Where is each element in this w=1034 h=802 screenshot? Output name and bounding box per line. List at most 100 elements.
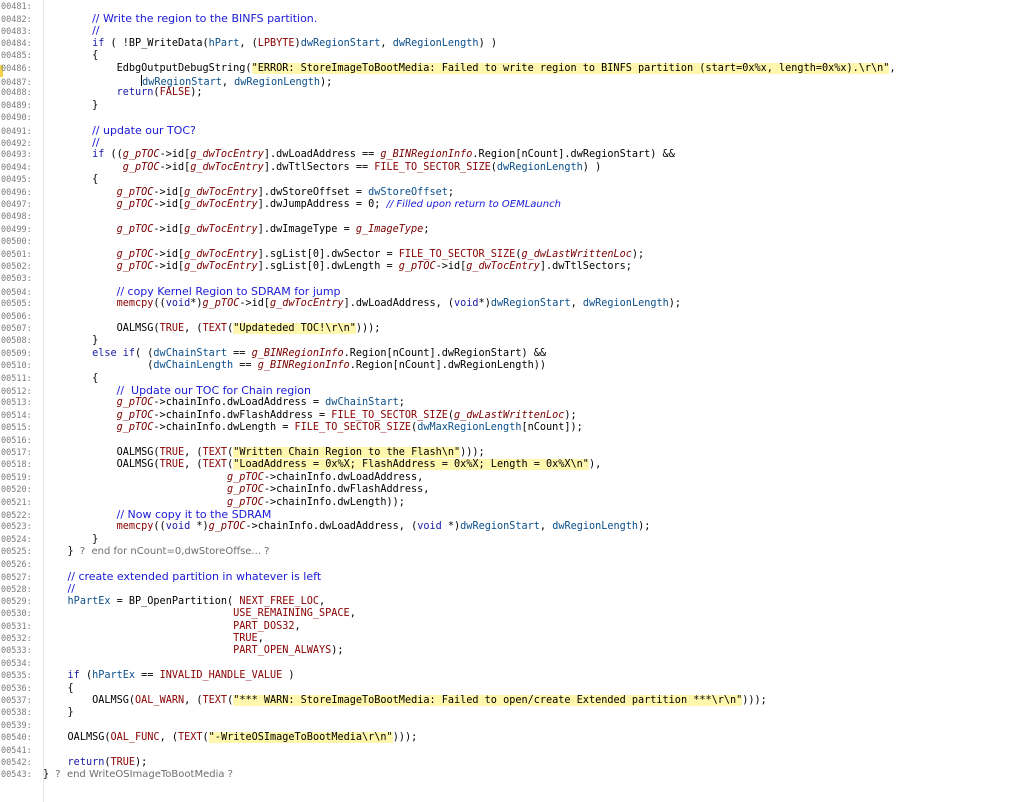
line-code: {	[43, 373, 98, 384]
code-line[interactable]: 00513: g_pTOC->chainInfo.dwLoadAddress =…	[0, 397, 1034, 409]
code-line[interactable]: 00502: g_pTOC->id[g_dwTocEntry].sgList[0…	[0, 261, 1034, 273]
code-text-token: , (	[184, 459, 203, 471]
line-number: 00520:	[1, 485, 32, 496]
line-code: // create extended partition in whatever…	[43, 570, 322, 583]
code-line[interactable]: 00507: OALMSG(TRUE, (TEXT("Updateded TOC…	[0, 322, 1034, 335]
code-line[interactable]: 00500:	[0, 236, 1034, 248]
line-code: g_pTOC->chainInfo.dwLoadAddress = dwChai…	[43, 397, 405, 408]
macro-token: FALSE	[159, 87, 191, 99]
line-number: 00489:	[1, 100, 32, 111]
line-code: memcpy((void*)g_pTOC->id[g_dwTocEntry].d…	[43, 298, 681, 309]
variable-token: dwChainStart	[325, 397, 399, 409]
code-line[interactable]: 00487: dwRegionStart, dwRegionLength);	[0, 74, 1034, 88]
comment-token: //	[67, 582, 75, 596]
code-line[interactable]: 00510: (dwChainLength == g_BINRegionInfo…	[0, 360, 1034, 372]
code-line[interactable]: 00535: if (hPartEx == INVALID_HANDLE_VAL…	[0, 670, 1034, 682]
code-text-token: [nCount]);	[521, 422, 583, 434]
code-line[interactable]: 00493: if ((g_pTOC->id[g_dwTocEntry].dwL…	[0, 149, 1034, 161]
code-line[interactable]: 00543:} ? end WriteOSImageToBootMedia ?	[0, 769, 1034, 781]
code-line[interactable]: 00529: hPartEx = BP_OpenPartition( NEXT_…	[0, 596, 1034, 608]
string-literal-token: "-WriteOSImageToBootMedia\r\n"	[208, 732, 393, 744]
variable-token: dwStoreOffset	[368, 186, 448, 198]
line-number: 00484:	[1, 38, 32, 49]
code-line[interactable]: 00495: {	[0, 174, 1034, 186]
code-line[interactable]: 00512: // Update our TOC for Chain regio…	[0, 384, 1034, 397]
code-line[interactable]: 00539:	[0, 720, 1034, 732]
code-line[interactable]: 00494: g_pTOC->id[g_dwTocEntry].dwTtlSec…	[0, 162, 1034, 174]
keyword-token: if	[92, 149, 105, 161]
code-line[interactable]: 00528: //	[0, 582, 1034, 596]
code-line[interactable]: 00522: // Now copy it to the SDRAM	[0, 508, 1034, 521]
line-code: //	[43, 582, 75, 596]
code-editor[interactable]: 00481: 00482: // Write the region to the …	[0, 0, 1034, 802]
code-line[interactable]: 00514: g_pTOC->chainInfo.dwFlashAddress …	[0, 410, 1034, 422]
code-line[interactable]: 00498:	[0, 211, 1034, 223]
keyword-token: void	[165, 521, 191, 533]
code-line[interactable]: 00515: g_pTOC->chainInfo.dwLength = FILE…	[0, 422, 1034, 434]
code-text-token: ->id[	[153, 186, 185, 198]
code-line[interactable]: 00542: return(TRUE);	[0, 757, 1034, 769]
macro-token: TRUE	[159, 322, 185, 334]
code-line[interactable]: 00491: // update our TOC?	[0, 124, 1034, 137]
code-line[interactable]: 00538: }	[0, 707, 1034, 719]
code-text-token: (	[245, 62, 252, 74]
global-variable-token: g_BINRegionInfo	[251, 347, 344, 359]
code-line[interactable]: 00497: g_pTOC->id[g_dwTocEntry].dwJumpAd…	[0, 199, 1034, 211]
macro-token: TRUE	[159, 459, 185, 471]
variable-token: dwChainLength	[153, 360, 234, 372]
code-line[interactable]: 00484: if ( !BP_WriteData(hPart, (LPBYTE…	[0, 38, 1034, 50]
code-line[interactable]: 00485: {	[0, 50, 1034, 62]
code-line[interactable]: 00525: } ? end for nCount=0,dwStoreOffse…	[0, 546, 1034, 558]
code-line[interactable]: 00496: g_pTOC->id[g_dwTocEntry].dwStoreO…	[0, 187, 1034, 199]
code-line[interactable]: 00531: PART_DOS32,	[0, 621, 1034, 633]
code-line[interactable]: 00483: //	[0, 25, 1034, 38]
code-line[interactable]: 00492: //	[0, 136, 1034, 149]
code-text-token: ((	[153, 298, 166, 310]
code-line[interactable]: 00489: }	[0, 100, 1034, 112]
code-line[interactable]: 00527: // create extended partition in w…	[0, 570, 1034, 583]
code-line[interactable]: 00504: // copy Kernel Region to SDRAM fo…	[0, 285, 1034, 298]
code-text-token: ->id[	[239, 298, 271, 310]
code-line[interactable]: 00540: OALMSG(OAL_FUNC, (TEXT("-WriteOSI…	[0, 732, 1034, 744]
global-variable-token: g_pTOC	[122, 161, 160, 173]
code-line[interactable]: 00486: EdbgOutputDebugString("ERROR: Sto…	[0, 62, 1034, 75]
code-line[interactable]: 00532: TRUE,	[0, 633, 1034, 645]
code-line[interactable]: 00519: g_pTOC->chainInfo.dwLoadAddress,	[0, 472, 1034, 484]
code-text-token: {	[43, 174, 99, 186]
code-text-token: .Region[nCount].dwRegionStart) &&	[343, 347, 546, 359]
line-code: USE_REMAINING_SPACE,	[43, 608, 356, 619]
code-line[interactable]: 00534:	[0, 658, 1034, 670]
code-line[interactable]: 00536: {	[0, 683, 1034, 695]
keyword-token: if	[67, 670, 80, 682]
code-line[interactable]: 00530: USE_REMAINING_SPACE,	[0, 608, 1034, 620]
code-line[interactable]: 00524: }	[0, 534, 1034, 546]
code-line[interactable]: 00516:	[0, 435, 1034, 447]
code-line[interactable]: 00517: OALMSG(TRUE, (TEXT("Written Chain…	[0, 446, 1034, 459]
line-code: else if( (dwChainStart == g_BINRegionInf…	[43, 348, 546, 359]
code-line[interactable]: 00541:	[0, 745, 1034, 757]
code-line[interactable]: 00509: else if( (dwChainStart == g_BINRe…	[0, 348, 1034, 360]
keyword-token: return	[67, 756, 105, 768]
code-line[interactable]: 00523: memcpy((void *)g_pTOC->chainInfo.…	[0, 521, 1034, 533]
code-line[interactable]: 00499: g_pTOC->id[g_dwTocEntry].dwImageT…	[0, 224, 1034, 236]
code-line[interactable]: 00501: g_pTOC->id[g_dwTocEntry].sgList[0…	[0, 249, 1034, 261]
function-name-token: OALMSG	[67, 732, 105, 744]
macro-token: TEXT	[177, 732, 203, 744]
code-line[interactable]: 00537: OALMSG(OAL_WARN, (TEXT("*** WARN:…	[0, 694, 1034, 707]
keyword-token: void	[417, 521, 442, 533]
macro-token: PART_OPEN_ALWAYS	[233, 645, 332, 657]
line-number: 00488:	[1, 88, 32, 99]
code-line[interactable]: 00508: }	[0, 335, 1034, 347]
code-line[interactable]: 00505: memcpy((void*)g_pTOC->id[g_dwTocE…	[0, 298, 1034, 310]
code-line[interactable]: 00520: g_pTOC->chainInfo.dwFlashAddress,	[0, 484, 1034, 496]
code-line[interactable]: 00518: OALMSG(TRUE, (TEXT("LoadAddress =…	[0, 459, 1034, 471]
code-line[interactable]: 00482: // Write the region to the BINFS …	[0, 12, 1034, 25]
code-line[interactable]: 00533: PART_OPEN_ALWAYS);	[0, 645, 1034, 657]
code-line[interactable]: 00506:	[0, 311, 1034, 323]
code-line[interactable]: 00488: return(FALSE);	[0, 87, 1034, 99]
code-text-token: ->chainInfo.dwFlashAddress,	[263, 484, 430, 496]
code-text-token: *)	[190, 298, 203, 310]
